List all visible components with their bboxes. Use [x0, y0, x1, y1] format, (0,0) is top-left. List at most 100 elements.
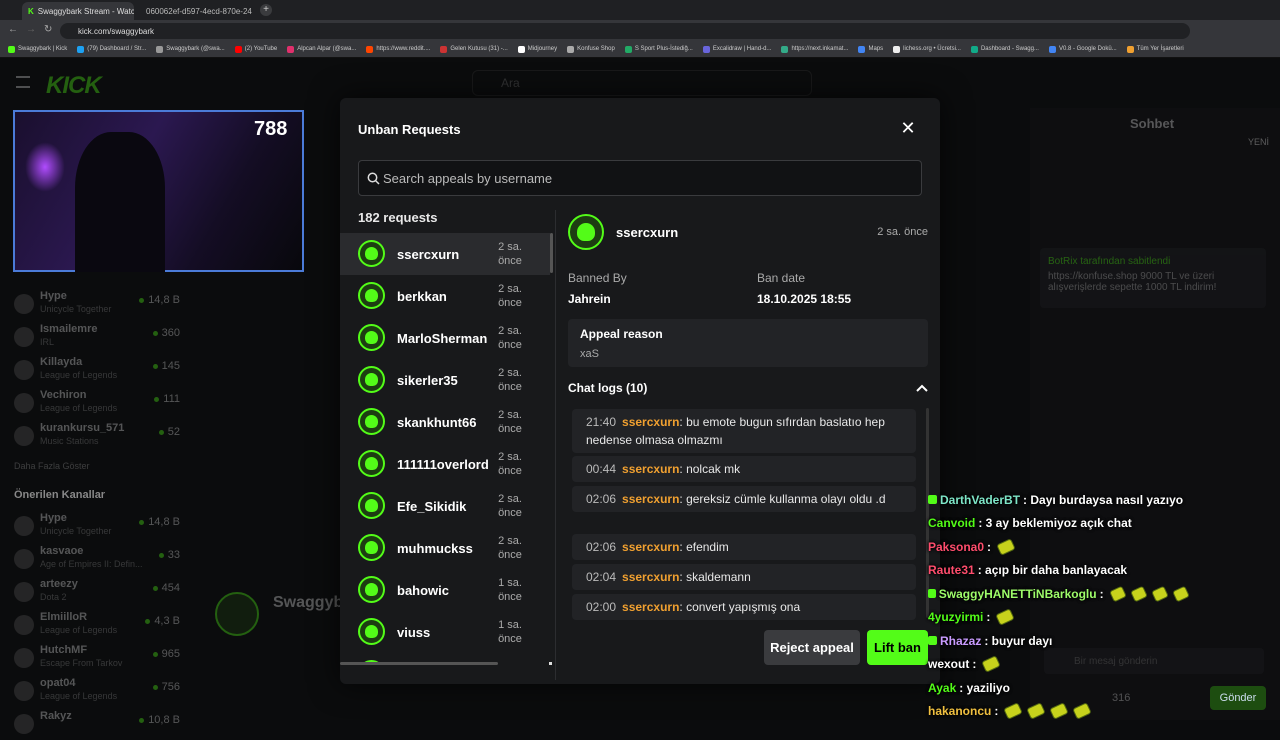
- request-time: 2 sa. önce: [488, 534, 532, 562]
- bookmark-item[interactable]: Maps: [858, 46, 883, 53]
- send-button[interactable]: Gönder: [1210, 686, 1266, 710]
- request-username: sikerler35: [397, 373, 458, 388]
- bookmark-favicon-icon: [156, 46, 163, 53]
- request-item[interactable]: berkkan2 sa. önce: [340, 275, 550, 317]
- chat-title: Sohbet: [1130, 116, 1174, 131]
- request-item[interactable]: ssercxurn2 sa. önce: [340, 233, 550, 275]
- request-time: 2 sa. önce: [488, 492, 532, 520]
- request-item[interactable]: viuss1 sa. önce: [340, 611, 550, 653]
- bookmark-item[interactable]: Midjourney: [518, 46, 557, 53]
- emote-icon: [1004, 702, 1024, 720]
- appeal-username[interactable]: ssercxurn: [616, 225, 678, 240]
- sidebar-channel[interactable]: kasvaoeAge of Empires II: Defin...33: [14, 545, 180, 575]
- log-username[interactable]: ssercxurn: [622, 570, 679, 584]
- chat-logs-header[interactable]: Chat logs (10): [568, 381, 647, 395]
- reload-icon[interactable]: ↻: [44, 24, 52, 35]
- appeal-time: 2 sa. önce: [860, 226, 928, 238]
- request-time: 2 sa. önce: [488, 282, 532, 310]
- bookmark-item[interactable]: Gelen Kutusu (31) -...: [440, 46, 507, 53]
- request-item[interactable]: bahowic1 sa. önce: [340, 569, 550, 611]
- new-tab-button[interactable]: +: [260, 4, 272, 16]
- log-time: 00:44: [586, 462, 616, 476]
- log-text: : nolcak mk: [679, 462, 740, 476]
- chevron-up-icon[interactable]: [914, 380, 930, 396]
- bookmark-item[interactable]: Swaggybark | Kick: [8, 46, 67, 53]
- overlay-chat-message: Rhazaz: buyur dayı: [928, 629, 1188, 653]
- bookmark-label: S Sport Plus-İstediğ...: [635, 46, 693, 52]
- bookmark-item[interactable]: Swaggybark (@swa...: [156, 46, 224, 53]
- bookmark-item[interactable]: Dashboard - Swagg...: [971, 46, 1039, 53]
- appeal-reason-label: Appeal reason: [580, 327, 663, 341]
- bookmark-item[interactable]: Excalidraw | Hand-d...: [703, 46, 772, 53]
- site-search-input[interactable]: Ara: [472, 70, 812, 96]
- streamer-avatar[interactable]: [215, 592, 259, 636]
- back-arrow-icon[interactable]: ←: [8, 24, 18, 35]
- pinned-message[interactable]: BotRix tarafından sabitlendi https://kon…: [1040, 248, 1266, 308]
- channel-avatar: [14, 714, 34, 734]
- bookmark-item[interactable]: (2) YouTube: [235, 46, 277, 53]
- menu-icon[interactable]: [16, 76, 30, 88]
- show-more-link[interactable]: Daha Fazla Göster: [14, 461, 90, 471]
- lift-ban-button[interactable]: Lift ban: [867, 630, 928, 665]
- tab-label: 060062ef-d597-4ecd-870e-24: [146, 7, 252, 16]
- bookmark-item[interactable]: https://next.inkamat...: [781, 46, 848, 53]
- avatar-icon: [365, 541, 378, 554]
- channel-avatar: [14, 360, 34, 380]
- sidebar-channel[interactable]: IsmailemreIRL360: [14, 323, 180, 353]
- bookmark-item[interactable]: lichess.org • Ücretsi...: [893, 46, 961, 53]
- request-username: 111111overlord: [397, 457, 489, 472]
- request-list-scrollbar[interactable]: [550, 233, 553, 273]
- search-placeholder: Search appeals by username: [383, 171, 552, 186]
- sidebar-channel[interactable]: VechironLeague of Legends111: [14, 389, 180, 419]
- close-icon[interactable]: ✕: [898, 118, 918, 138]
- bookmark-item[interactable]: Tüm Yer İşaretleri: [1127, 46, 1184, 53]
- overlay-text: : 3 ay beklemiyoz açık chat: [978, 516, 1131, 530]
- sidebar-channel[interactable]: kurankursu_571Music Stations52: [14, 422, 180, 452]
- log-username[interactable]: ssercxurn: [622, 540, 679, 554]
- bookmark-label: Tüm Yer İşaretleri: [1137, 46, 1184, 52]
- appeal-reason-text: xaS: [580, 348, 599, 360]
- sidebar-channel[interactable]: arteezyDota 2454: [14, 578, 180, 608]
- bookmark-favicon-icon: [518, 46, 525, 53]
- appeal-search-input[interactable]: Search appeals by username: [358, 160, 922, 196]
- sidebar-channel[interactable]: Rakyz10,8 B: [14, 710, 180, 740]
- request-avatar: [358, 492, 385, 519]
- reject-appeal-button[interactable]: Reject appeal: [764, 630, 860, 665]
- request-item[interactable]: sikerler352 sa. önce: [340, 359, 550, 401]
- request-item[interactable]: Efe_Sikidik2 sa. önce: [340, 485, 550, 527]
- overlay-chat-message: Raute31: açıp bir daha banlayacak: [928, 559, 1188, 583]
- sidebar-channel[interactable]: HypeUnicycle Together14,8 B: [14, 290, 180, 320]
- bookmark-item[interactable]: Konfuse Shop: [567, 46, 615, 53]
- sidebar-channel[interactable]: HypeUnicycle Together14,8 B: [14, 512, 180, 542]
- request-item[interactable]: muhmuckss2 sa. önce: [340, 527, 550, 569]
- forward-arrow-icon[interactable]: →: [26, 24, 36, 35]
- request-username: skankhunt66: [397, 415, 476, 430]
- log-username[interactable]: ssercxurn: [622, 492, 679, 506]
- log-username[interactable]: ssercxurn: [622, 415, 679, 429]
- bookmark-item[interactable]: S Sport Plus-İstediğ...: [625, 46, 693, 53]
- bookmark-label: (79) Dashboard / Str...: [87, 46, 146, 52]
- sidebar-channel[interactable]: HutchMFEscape From Tarkov965: [14, 644, 180, 674]
- kick-logo[interactable]: KICK: [46, 72, 101, 100]
- bookmark-favicon-icon: [1049, 46, 1056, 53]
- browser-tab[interactable]: 060062ef-d597-4ecd-870e-24✕: [140, 2, 256, 20]
- bookmark-label: Alpcan Alpar (@swa...: [297, 46, 356, 52]
- bookmark-item[interactable]: (79) Dashboard / Str...: [77, 46, 146, 53]
- request-item[interactable]: skankhunt662 sa. önce: [340, 401, 550, 443]
- browser-tab[interactable]: KSwaggybark Stream - Watch Li✕: [22, 2, 134, 20]
- url-field[interactable]: kick.com/swaggybark: [60, 23, 1190, 39]
- light-glow: [25, 142, 65, 192]
- log-username[interactable]: ssercxurn: [622, 462, 679, 476]
- request-item[interactable]: 111111overlord2 sa. önce: [340, 443, 550, 485]
- sidebar-channel[interactable]: ElmiilloRLeague of Legends4,3 B: [14, 611, 180, 641]
- request-item[interactable]: MarloSherman2 sa. önce: [340, 317, 550, 359]
- request-list-hscrollbar[interactable]: [340, 662, 498, 665]
- bookmark-item[interactable]: V0.8 - Google Dokü...: [1049, 46, 1117, 53]
- bookmark-favicon-icon: [781, 46, 788, 53]
- sidebar-channel[interactable]: KillaydaLeague of Legends145: [14, 356, 180, 386]
- sidebar-channel[interactable]: opat04League of Legends756: [14, 677, 180, 707]
- bookmark-item[interactable]: https://www.reddit....: [366, 46, 430, 53]
- log-username[interactable]: ssercxurn: [622, 600, 679, 614]
- bookmark-item[interactable]: Alpcan Alpar (@swa...: [287, 46, 356, 53]
- request-avatar: [358, 408, 385, 435]
